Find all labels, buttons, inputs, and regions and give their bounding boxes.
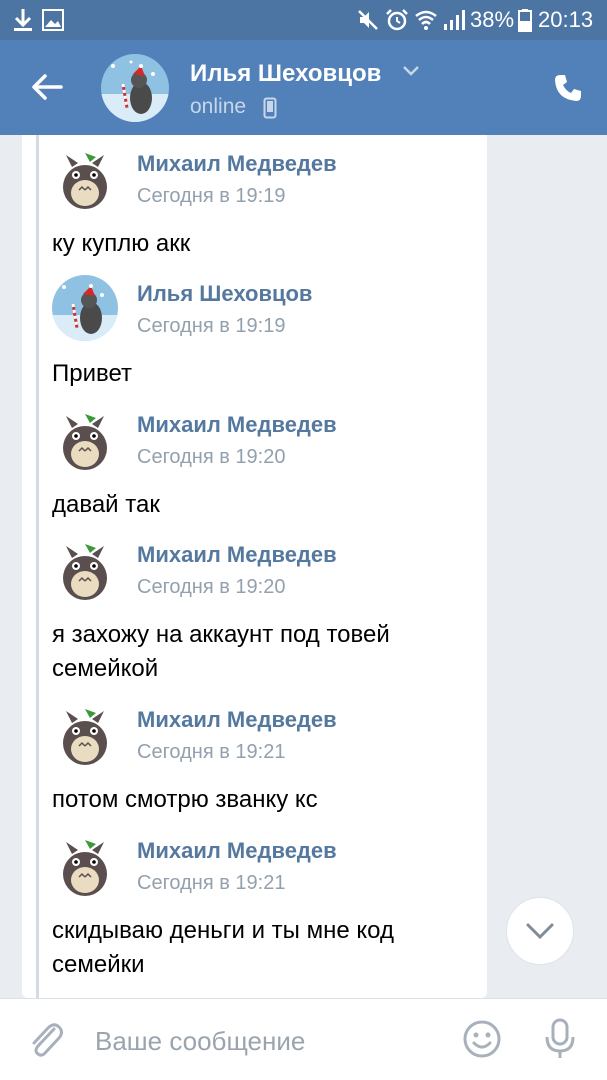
message-text: Привет [52, 360, 133, 387]
totoro-avatar[interactable] [52, 406, 118, 472]
message-time: Сегодня в 19:19 [137, 185, 286, 207]
message-author[interactable]: Михаил Медведев [137, 838, 337, 864]
contact-name[interactable]: Илья Шеховцов [190, 60, 381, 88]
message-author[interactable]: Илья Шеховцов [137, 281, 312, 307]
message-time: Сегодня в 19:21 [137, 741, 286, 763]
chevron-down-icon [526, 923, 554, 940]
signal-icon [442, 0, 466, 40]
forward-indicator-line [36, 135, 39, 998]
message-text: ку куплю акк [52, 230, 191, 257]
mute-icon [356, 0, 380, 40]
message-author[interactable]: Михаил Медведев [137, 151, 337, 177]
message-author[interactable]: Михаил Медведев [137, 412, 337, 438]
message-text: потом смотрю званку кс [52, 786, 318, 813]
attach-button[interactable] [26, 1019, 66, 1066]
download-icon [12, 0, 34, 40]
mobile-device-icon [263, 97, 277, 124]
message-input[interactable] [95, 1019, 445, 1063]
battery-percent: 38% [470, 7, 515, 32]
totoro-avatar[interactable] [52, 832, 118, 898]
message-text: скидываю деньги и ты мне код семейки [52, 917, 394, 978]
scroll-down-button[interactable] [506, 897, 574, 965]
totoro-avatar[interactable] [52, 145, 118, 211]
totoro-avatar[interactable] [52, 536, 118, 602]
composer-bar [0, 998, 607, 1080]
contact-status: online [190, 95, 247, 118]
totoro-avatar[interactable] [52, 701, 118, 767]
back-arrow-icon [32, 74, 63, 100]
status-bar: 38% 20:13 [0, 0, 607, 40]
wifi-icon [414, 0, 438, 40]
chat-header: Илья Шеховцов online [0, 40, 607, 135]
image-icon [42, 0, 64, 40]
microphone-button[interactable] [542, 1017, 578, 1066]
message-time: Сегодня в 19:19 [137, 315, 286, 337]
back-button[interactable] [22, 62, 72, 112]
message-time: Сегодня в 19:21 [137, 872, 286, 894]
call-button[interactable] [545, 65, 591, 111]
phone-icon [555, 75, 581, 101]
emoji-button[interactable] [462, 1019, 502, 1064]
alarm-icon [385, 0, 409, 40]
contact-avatar[interactable] [101, 54, 169, 122]
message-author[interactable]: Михаил Медведев [137, 542, 337, 568]
message-time: Сегодня в 19:20 [137, 446, 286, 468]
cat-avatar[interactable] [52, 275, 118, 341]
message-text: я захожу на аккаунт под товей семейкой [52, 621, 390, 682]
forwarded-messages-card: Михаил Медведев Сегодня в 19:19 ку куплю… [22, 135, 487, 998]
message-author[interactable]: Михаил Медведев [137, 707, 337, 733]
paperclip-icon [32, 1023, 63, 1057]
clock: 20:13 [538, 7, 594, 32]
message-list[interactable]: Михаил Медведев Сегодня в 19:19 ку куплю… [0, 135, 607, 998]
chevron-down-icon[interactable] [401, 64, 421, 83]
message-text: давай так [52, 491, 160, 518]
battery-icon [518, 0, 532, 40]
message-time: Сегодня в 19:20 [137, 576, 286, 598]
emoji-icon [463, 1020, 501, 1058]
chat-screen: 38% 20:13 Илья Шеховцов online Михаил Ме… [0, 0, 607, 1080]
microphone-icon [545, 1018, 575, 1058]
